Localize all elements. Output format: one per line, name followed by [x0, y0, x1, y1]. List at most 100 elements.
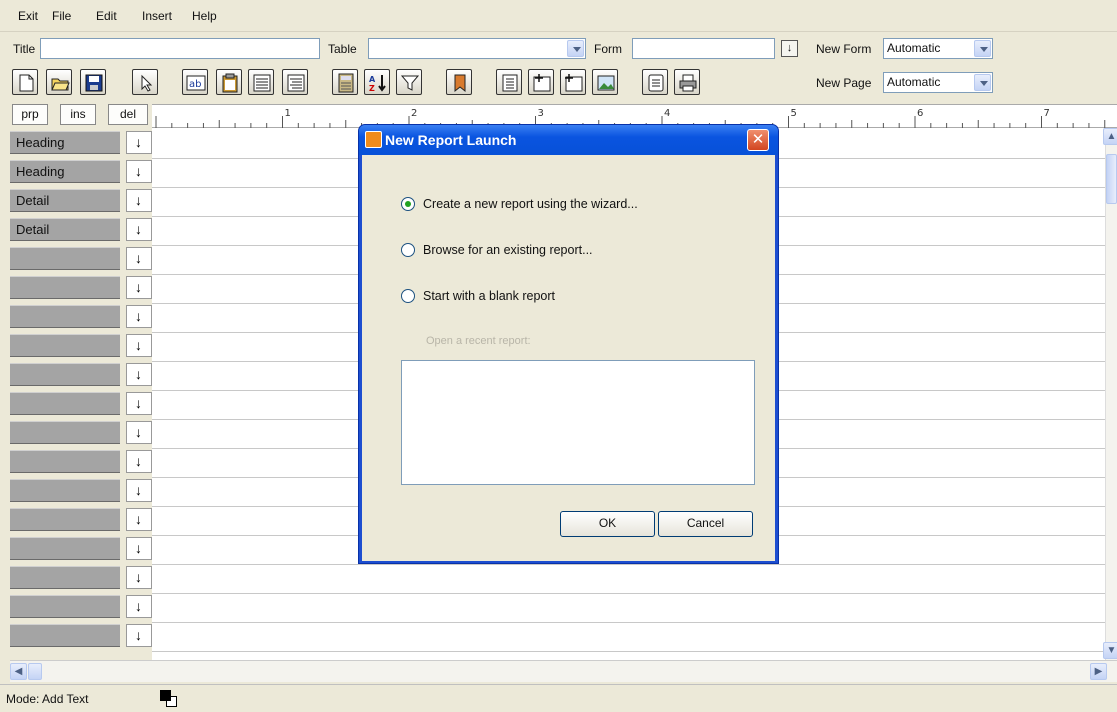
band-expand-icon[interactable]	[126, 595, 152, 618]
band-expand-icon[interactable]	[126, 624, 152, 647]
new-form-select[interactable]: Automatic	[883, 38, 993, 59]
band-name[interactable]	[10, 392, 120, 415]
band-row	[10, 565, 152, 590]
ruler-number: 3	[538, 108, 544, 119]
recent-report-list[interactable]	[401, 360, 755, 485]
chevron-down-icon[interactable]	[974, 40, 991, 57]
band-row	[10, 623, 152, 648]
scroll-right-icon[interactable]: ▶	[1090, 663, 1107, 680]
tab-del[interactable]: del	[108, 104, 148, 125]
align-left-icon[interactable]	[248, 69, 274, 95]
band-name[interactable]	[10, 566, 120, 589]
notepad-icon[interactable]	[642, 69, 668, 95]
title-input[interactable]	[40, 38, 320, 59]
close-icon[interactable]: ✕	[747, 129, 769, 151]
band-expand-icon[interactable]	[126, 537, 152, 560]
clipboard-icon[interactable]	[216, 69, 242, 95]
horizontal-scrollbar[interactable]: ◀ ▶	[10, 660, 1117, 682]
band-expand-icon[interactable]	[126, 421, 152, 444]
chevron-down-icon[interactable]	[567, 40, 584, 57]
band-row	[10, 246, 152, 271]
menu-edit[interactable]: Edit	[96, 9, 117, 23]
band-name[interactable]	[10, 421, 120, 444]
band-name[interactable]	[10, 363, 120, 386]
band-name[interactable]: Heading	[10, 131, 120, 154]
status-bar: Mode: Add Text	[0, 684, 1117, 712]
vertical-scroll-thumb[interactable]	[1106, 154, 1117, 204]
band-row	[10, 507, 152, 532]
band-expand-icon[interactable]	[126, 160, 152, 183]
new-form-value: Automatic	[887, 41, 941, 55]
ok-button[interactable]: OK	[560, 511, 655, 537]
vertical-scrollbar[interactable]: ▲ ▼	[1103, 128, 1117, 660]
band-expand-icon[interactable]	[126, 276, 152, 299]
calculator-icon[interactable]	[332, 69, 358, 95]
menu-help[interactable]: Help	[192, 9, 217, 23]
horizontal-scroll-thumb[interactable]	[28, 663, 42, 680]
new-page-select[interactable]: Automatic	[883, 72, 993, 93]
scroll-left-icon[interactable]: ◀	[10, 663, 27, 680]
filter-icon[interactable]	[396, 69, 422, 95]
table-label: Table	[328, 42, 357, 56]
align-right-icon[interactable]	[282, 69, 308, 95]
band-expand-icon[interactable]	[126, 363, 152, 386]
menu-insert[interactable]: Insert	[142, 9, 172, 23]
band-name[interactable]	[10, 537, 120, 560]
band-expand-icon[interactable]	[126, 247, 152, 270]
band-name[interactable]: Detail	[10, 218, 120, 241]
sort-icon[interactable]: AZ	[364, 69, 390, 95]
insert-column-icon[interactable]	[528, 69, 554, 95]
insert-row-icon[interactable]	[560, 69, 586, 95]
band-expand-icon[interactable]	[126, 189, 152, 212]
band-row: Detail	[10, 188, 152, 213]
radio-wizard[interactable]	[401, 197, 415, 211]
form-input[interactable]	[632, 38, 775, 59]
bookmark-icon[interactable]	[446, 69, 472, 95]
band-expand-icon[interactable]	[126, 392, 152, 415]
band-expand-icon[interactable]	[126, 334, 152, 357]
tab-ins[interactable]: ins	[60, 104, 96, 125]
band-row	[10, 594, 152, 619]
new-document-icon[interactable]	[12, 69, 38, 95]
band-expand-icon[interactable]	[126, 479, 152, 502]
band-name[interactable]	[10, 450, 120, 473]
text-field-icon[interactable]: ab	[182, 69, 208, 95]
list-icon[interactable]	[496, 69, 522, 95]
dialog-title: New Report Launch	[385, 132, 517, 148]
menu-exit[interactable]: Exit	[18, 9, 38, 23]
cancel-button[interactable]: Cancel	[658, 511, 753, 537]
radio-blank[interactable]	[401, 289, 415, 303]
open-folder-icon[interactable]	[46, 69, 72, 95]
band-name[interactable]	[10, 508, 120, 531]
band-name[interactable]	[10, 479, 120, 502]
tab-prp[interactable]: prp	[12, 104, 48, 125]
band-expand-icon[interactable]	[126, 218, 152, 241]
band-name[interactable]	[10, 595, 120, 618]
menu-file[interactable]: File	[52, 9, 71, 23]
band-expand-icon[interactable]	[126, 450, 152, 473]
scroll-up-icon[interactable]: ▲	[1103, 128, 1117, 145]
print-icon[interactable]	[674, 69, 700, 95]
pointer-icon[interactable]	[132, 69, 158, 95]
color-swatch-icon[interactable]	[160, 690, 178, 708]
band-expand-icon[interactable]	[126, 508, 152, 531]
band-name[interactable]	[10, 247, 120, 270]
scroll-down-icon[interactable]: ▼	[1103, 642, 1117, 659]
band-expand-icon[interactable]	[126, 131, 152, 154]
band-name[interactable]	[10, 305, 120, 328]
form-dropdown-button[interactable]: ↓	[781, 40, 798, 57]
dialog-titlebar[interactable]: New Report Launch ✕	[359, 125, 778, 155]
band-name[interactable]: Detail	[10, 189, 120, 212]
table-select[interactable]	[368, 38, 586, 59]
chevron-down-icon[interactable]	[974, 74, 991, 91]
band-name[interactable]	[10, 624, 120, 647]
save-icon[interactable]	[80, 69, 106, 95]
picture-icon[interactable]	[592, 69, 618, 95]
band-name[interactable]: Heading	[10, 160, 120, 183]
band-expand-icon[interactable]	[126, 305, 152, 328]
radio-browse[interactable]	[401, 243, 415, 257]
band-divider	[152, 564, 1105, 565]
band-expand-icon[interactable]	[126, 566, 152, 589]
band-name[interactable]	[10, 334, 120, 357]
band-name[interactable]	[10, 276, 120, 299]
